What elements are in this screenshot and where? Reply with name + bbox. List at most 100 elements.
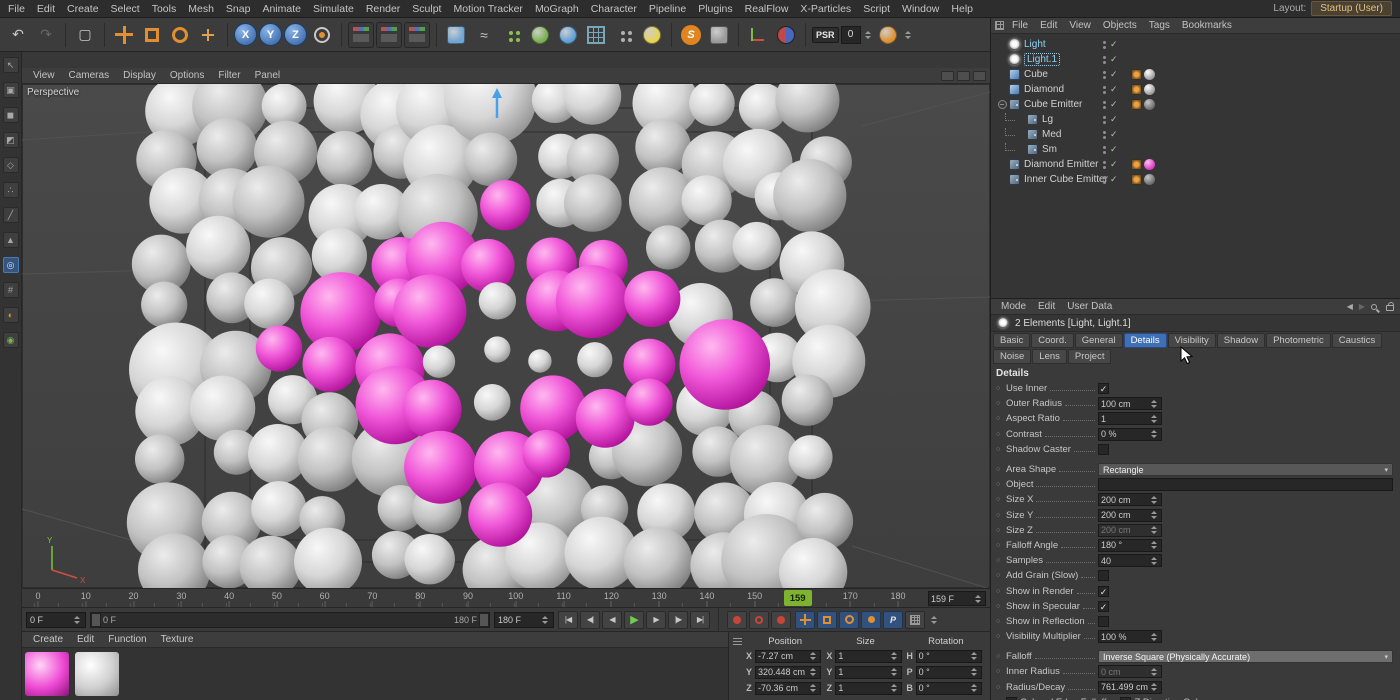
visibility-dots[interactable] [1103,71,1106,79]
tab-general[interactable]: General [1075,333,1123,348]
object-item-inner-cube-emitter[interactable]: Inner Cube Emitter✓ [991,172,1400,187]
field-inner-radius[interactable]: 0 cm [1098,665,1162,678]
search-icon[interactable] [1371,304,1377,310]
pink-material[interactable] [25,652,69,696]
object-item-diamond[interactable]: Diamond✓ [991,82,1400,97]
om-menu-view[interactable]: View [1063,20,1097,31]
workplane-mode-icon[interactable]: ◇ [3,157,19,173]
keyframe-selection-button[interactable] [905,611,925,629]
render-view-button[interactable] [348,22,374,48]
menu-tools[interactable]: Tools [146,0,183,18]
menu-plugins[interactable]: Plugins [692,0,738,18]
material-menu-function[interactable]: Function [101,634,153,645]
tab-noise[interactable]: Noise [993,349,1031,364]
polygons-mode-icon[interactable]: ▲ [3,232,19,248]
prev-frame-button[interactable]: ◀ [602,611,622,629]
phong-tag[interactable] [1131,174,1142,185]
keyframe-parameter-toggle[interactable] [861,611,881,629]
record-active-objects-button[interactable] [727,611,747,629]
psr-value-field[interactable]: 0 [841,26,861,44]
stepper-icon[interactable] [889,684,899,692]
stepper-icon[interactable] [1149,668,1159,676]
psr-stepper[interactable] [863,31,873,39]
anim-dot-icon[interactable]: ○ [996,572,1006,579]
anim-dot-icon[interactable]: ○ [996,512,1006,519]
field-aspect-ratio[interactable]: 1 [1098,412,1162,425]
visibility-dots[interactable] [1103,86,1106,94]
mat-gray-tag[interactable] [1144,69,1155,80]
psr-badge[interactable]: PSR [812,27,839,43]
mograph-cloner-menu[interactable] [499,22,525,48]
menu-realflow[interactable]: RealFlow [739,0,795,18]
current-frame-field[interactable]: 159 F [928,591,986,606]
visibility-dots[interactable] [1103,41,1106,49]
coords-menu-icon[interactable] [733,638,742,645]
om-menu-bookmarks[interactable]: Bookmarks [1176,20,1238,31]
visibility-toggles[interactable]: ✓ [1103,144,1118,155]
object-item-light[interactable]: Light✓ [991,37,1400,52]
object-item-cube[interactable]: Cube✓ [991,67,1400,82]
visibility-dots[interactable] [1103,101,1106,109]
xyz-ball-icon[interactable] [875,22,901,48]
model-mode-icon[interactable]: ◼ [3,107,19,123]
stepper-icon[interactable] [1149,415,1159,423]
anim-dot-icon[interactable]: ○ [996,446,1006,453]
goto-start-button[interactable]: |◀ [558,611,578,629]
viewport-maximize-icon[interactable] [973,71,986,81]
goto-end-button[interactable]: ▶| [690,611,710,629]
scale-tool[interactable] [139,22,165,48]
menu-snap[interactable]: Snap [220,0,257,18]
stepper-icon[interactable] [808,652,818,660]
anim-dot-icon[interactable]: ○ [996,496,1006,503]
history-back-icon[interactable]: ◀ [1347,302,1353,311]
coordinate-field[interactable]: 1 [835,650,901,663]
visibility-toggles[interactable]: ✓ [1103,129,1118,140]
stepper-icon[interactable] [1149,511,1159,519]
mat-dark-tag[interactable] [1144,99,1155,110]
menu-select[interactable]: Select [105,0,146,18]
redo-icon[interactable]: ↷ [33,22,59,48]
lock-x-axis-button[interactable]: X [234,23,257,46]
live-selection-tool[interactable]: ▢ [72,22,98,48]
start-frame-field[interactable]: 0 F [26,612,86,628]
visibility-dots[interactable] [1103,56,1106,64]
visibility-toggles[interactable]: ✓ [1103,159,1118,170]
field-samples[interactable]: 40 [1098,554,1162,567]
stepper-icon[interactable] [969,684,979,692]
anim-dot-icon[interactable]: ○ [996,527,1006,534]
link-field-object[interactable] [1098,478,1393,491]
field-size-z[interactable]: 200 cm [1098,524,1162,537]
stepper-icon[interactable] [1149,430,1159,438]
visibility-toggles[interactable]: ✓ [1103,54,1118,65]
anim-dot-icon[interactable]: ○ [996,385,1006,392]
material-ball-icon[interactable] [773,22,799,48]
anim-dot-icon[interactable]: ○ [996,653,1006,660]
timeline-track[interactable]: 0102030405060708090100110120130140150170… [26,589,924,607]
mat-pink-tag[interactable] [1144,159,1155,170]
enabled-check-icon[interactable]: ✓ [1110,84,1118,95]
field-radius-decay[interactable]: 761.499 cm [1098,681,1162,694]
stepper-icon[interactable] [889,652,899,660]
object-item-cube-emitter[interactable]: −Cube Emitter✓ [991,97,1400,112]
menu-animate[interactable]: Animate [256,0,307,18]
field-outer-radius[interactable]: 100 cm [1098,397,1162,410]
keyframe-position-toggle[interactable] [795,611,815,629]
object-item-sm[interactable]: Sm✓ [991,142,1400,157]
om-menu-objects[interactable]: Objects [1097,20,1143,31]
am-menu-user-data[interactable]: User Data [1061,301,1118,312]
anim-dot-icon[interactable]: ○ [996,557,1006,564]
colors-icon[interactable]: ◐ [3,307,19,323]
anim-dot-icon[interactable]: ○ [996,684,1006,691]
layout-select[interactable]: Startup (User) [1311,1,1392,16]
anim-dot-icon[interactable]: ○ [996,481,1006,488]
anim-dot-icon[interactable]: ○ [996,618,1006,625]
selection-arrow-icon[interactable]: ↖ [3,57,19,73]
render-settings-button[interactable] [404,22,430,48]
stepper-icon[interactable] [969,652,979,660]
om-menu-tags[interactable]: Tags [1143,20,1176,31]
timeline-ruler[interactable]: 0102030405060708090100110120130140150170… [22,588,990,608]
make-editable-icon[interactable]: ▣ [3,82,19,98]
tab-basic[interactable]: Basic [993,333,1030,348]
anim-dot-icon[interactable]: ○ [996,603,1006,610]
next-key-button[interactable]: |▶ [668,611,688,629]
